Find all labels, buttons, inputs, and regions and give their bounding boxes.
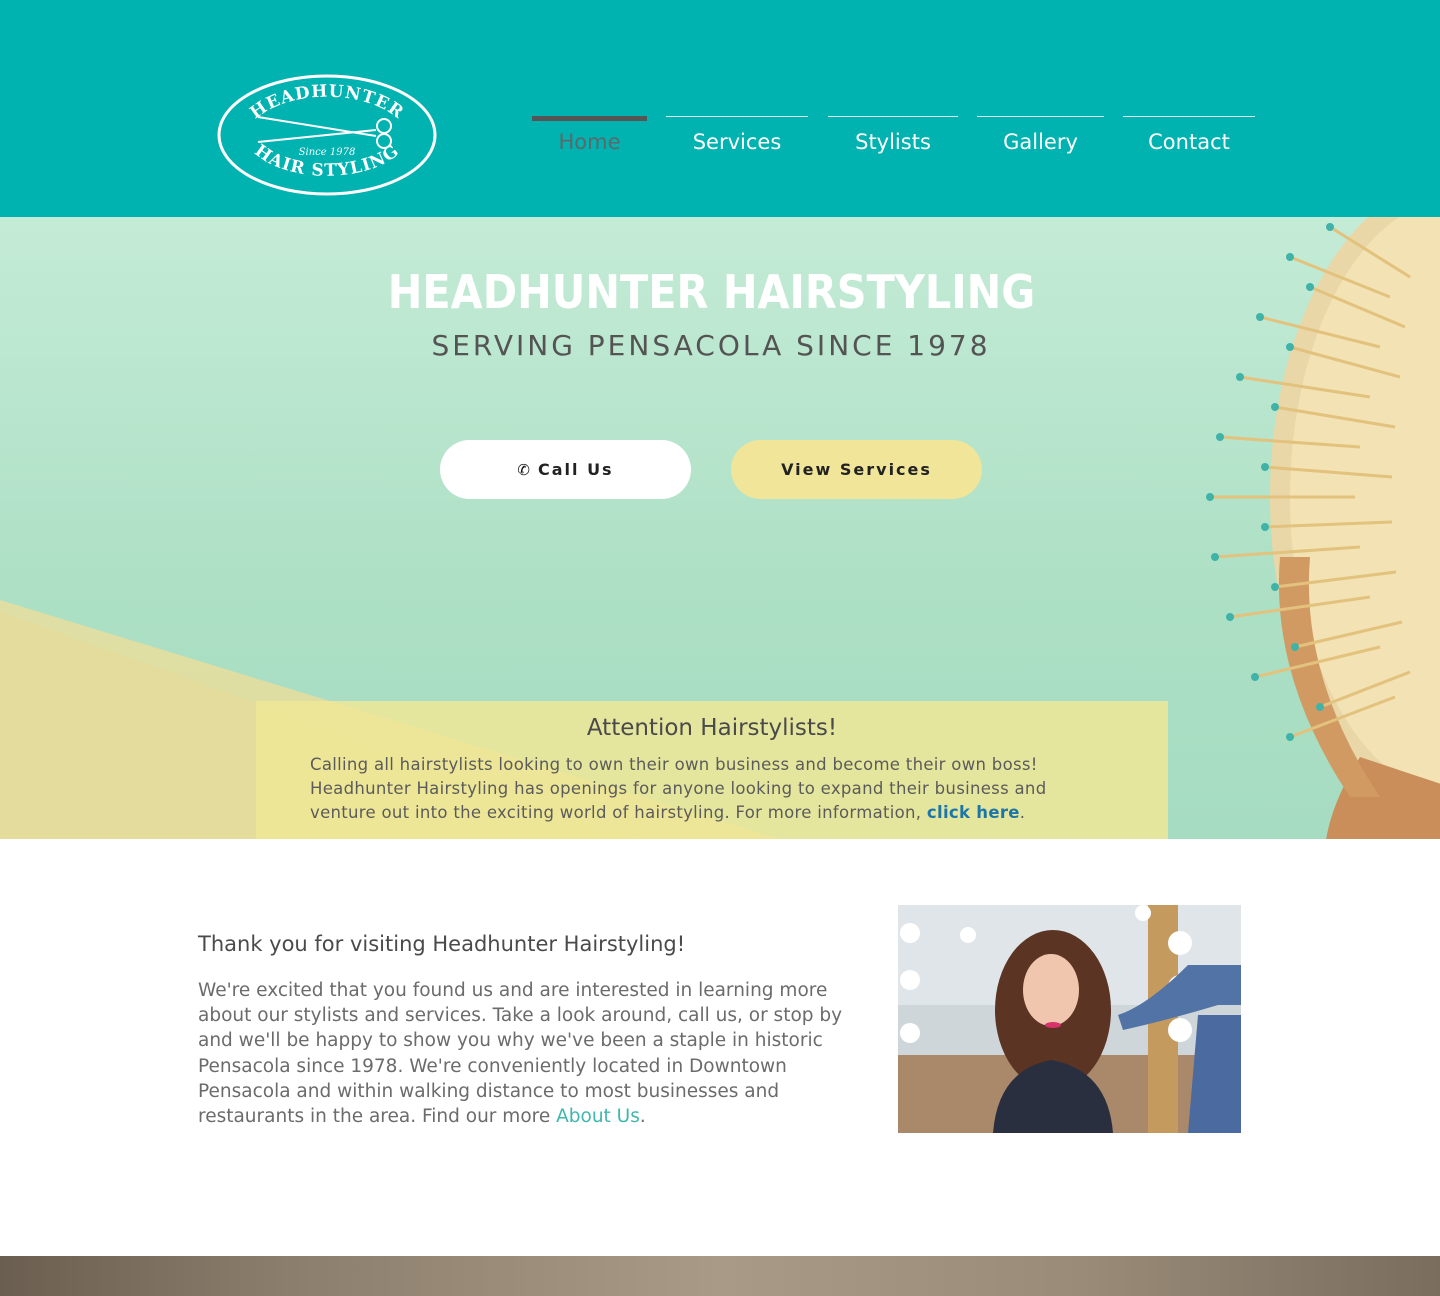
attention-text: Calling all hairstylists looking to own … [310,755,1047,822]
hero-section: HEADHUNTER HAIRSTYLING SERVING PENSACOLA… [0,217,1440,839]
nav-services[interactable]: Services [666,116,808,176]
hero-title: HEADHUNTER HAIRSTYLING [387,265,1036,319]
phone-icon: ✆ [517,460,532,479]
scissors-icon [257,116,392,149]
footer-image-strip [0,1256,1440,1296]
click-here-link[interactable]: click here [927,803,1020,822]
svg-text:HEADHUNTER: HEADHUNTER [246,81,407,123]
nav-home[interactable]: Home [532,116,647,176]
welcome-text: We're excited that you found us and are … [198,980,843,1128]
view-services-button[interactable]: View Services [731,440,982,499]
site-header: HEADHUNTER HAIR STYLING Since 1978 Home … [0,0,1440,217]
welcome-heading: Thank you for visiting Headhunter Hairst… [198,932,686,956]
attention-heading: Attention Hairstylists! [586,715,838,741]
nav-gallery[interactable]: Gallery [977,116,1104,176]
logo-top-text: HEADHUNTER [246,81,406,123]
view-services-label: View Services [781,460,932,479]
attention-box: Attention Hairstylists! Calling all hair… [256,701,1168,839]
about-us-link[interactable]: About Us [556,1106,640,1127]
nav-stylists[interactable]: Stylists [828,116,958,176]
salon-photo [898,905,1241,1133]
hero-subtitle: SERVING PENSACOLA SINCE 1978 [431,329,991,362]
main-nav: Home Services Stylists Gallery Contact [532,116,1255,176]
call-us-button[interactable]: ✆ Call Us [440,440,691,499]
headhunter-logo[interactable]: HEADHUNTER HAIR STYLING Since 1978 [216,72,438,198]
nav-contact[interactable]: Contact [1123,116,1255,176]
logo-since-text: Since 1978 [299,147,356,158]
call-us-label: Call Us [537,460,614,479]
